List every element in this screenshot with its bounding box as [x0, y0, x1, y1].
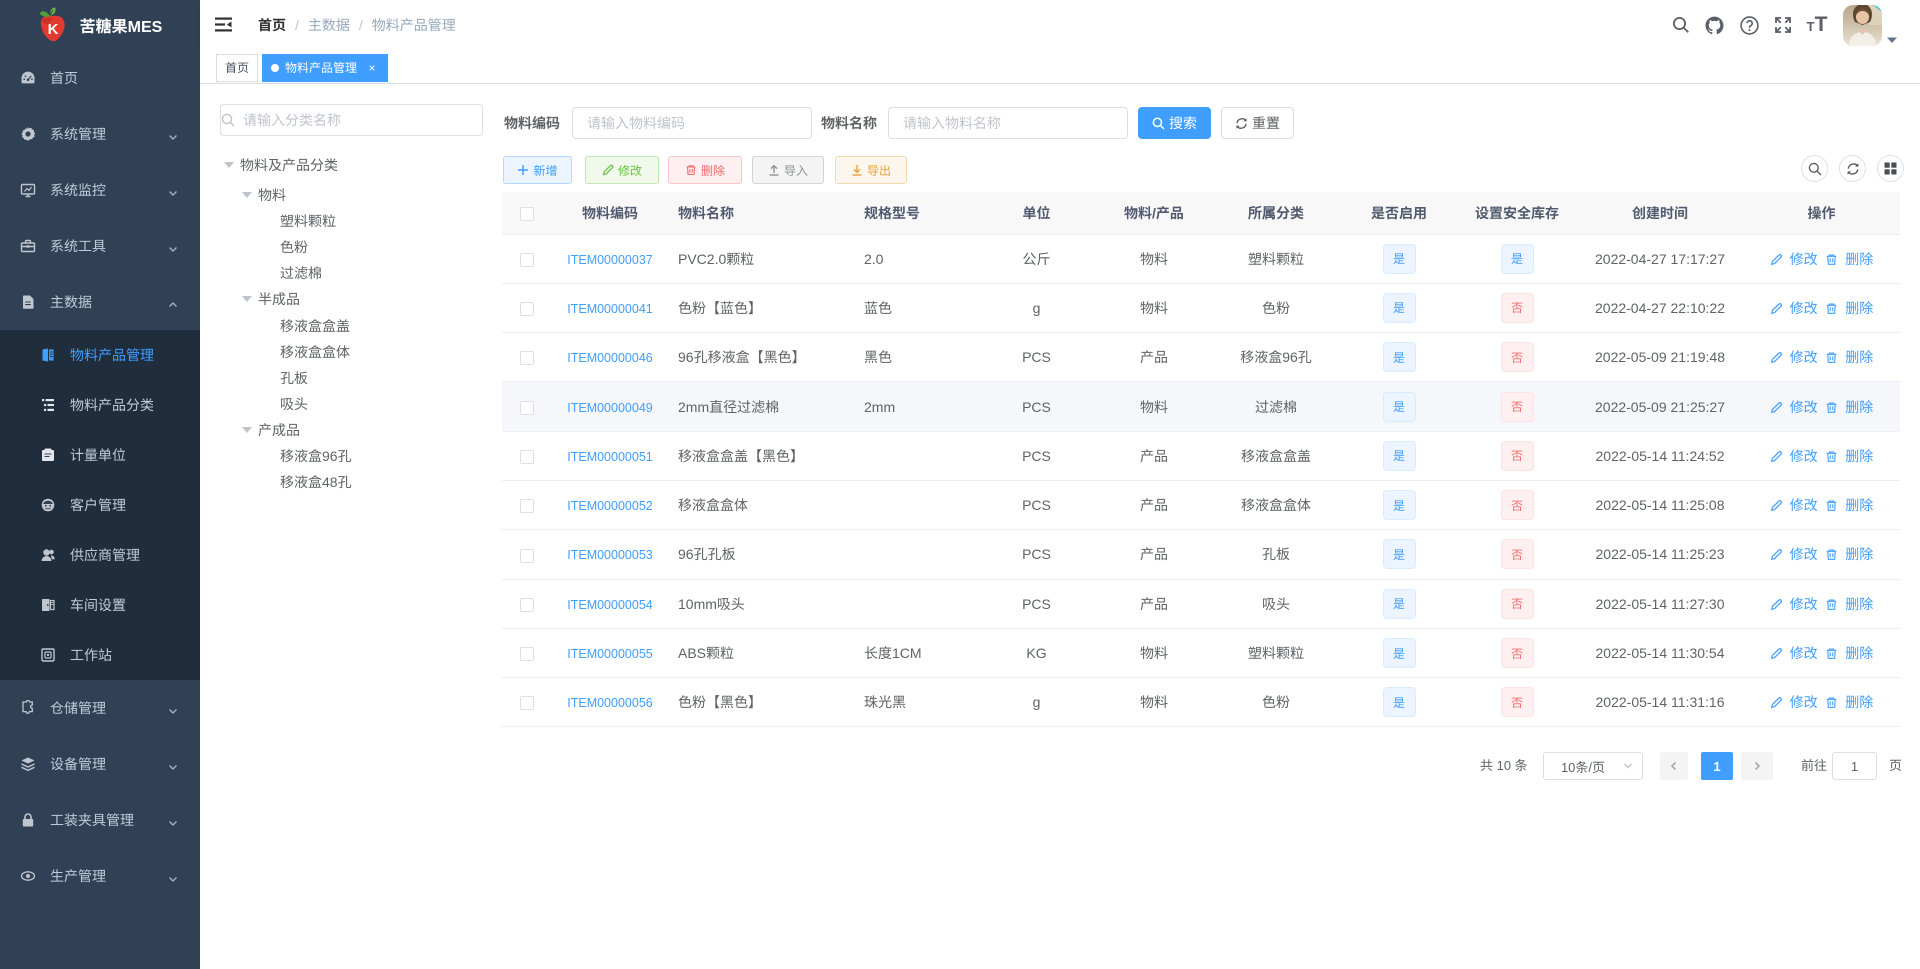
svg-text:K: K — [47, 21, 58, 38]
